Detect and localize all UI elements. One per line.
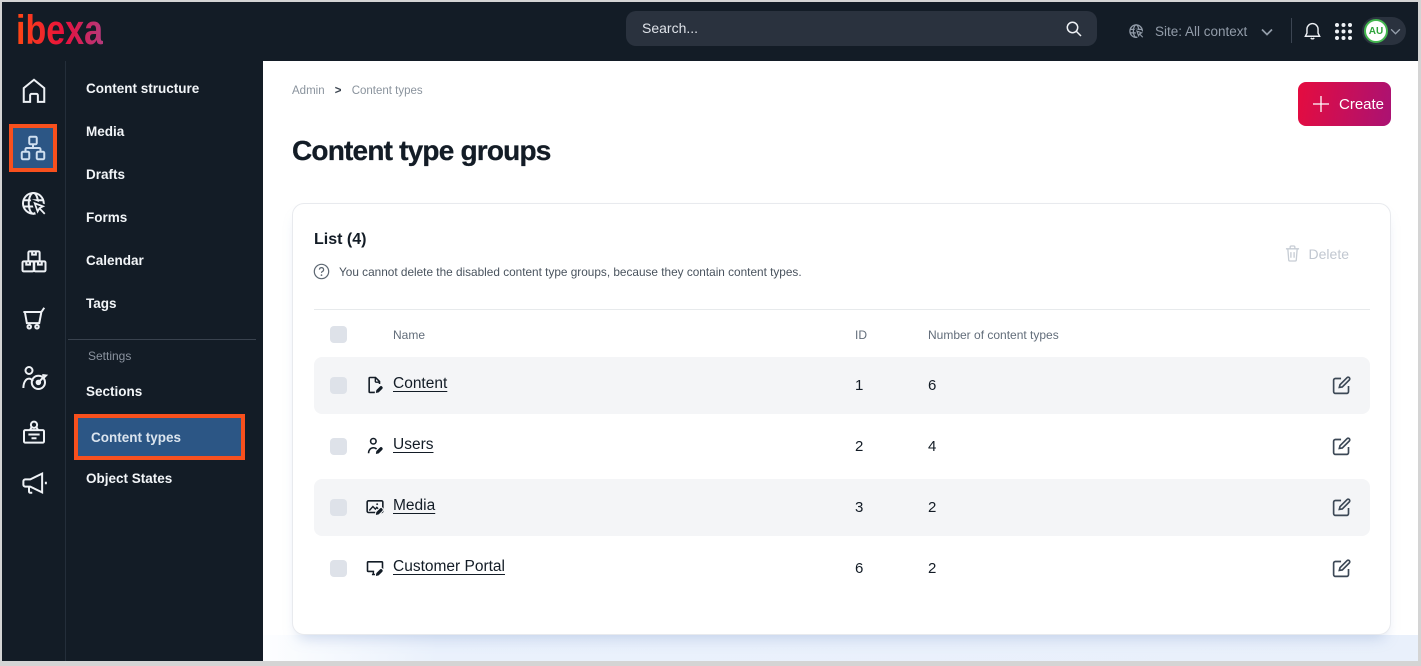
svg-text:ibexa: ibexa xyxy=(17,14,103,48)
